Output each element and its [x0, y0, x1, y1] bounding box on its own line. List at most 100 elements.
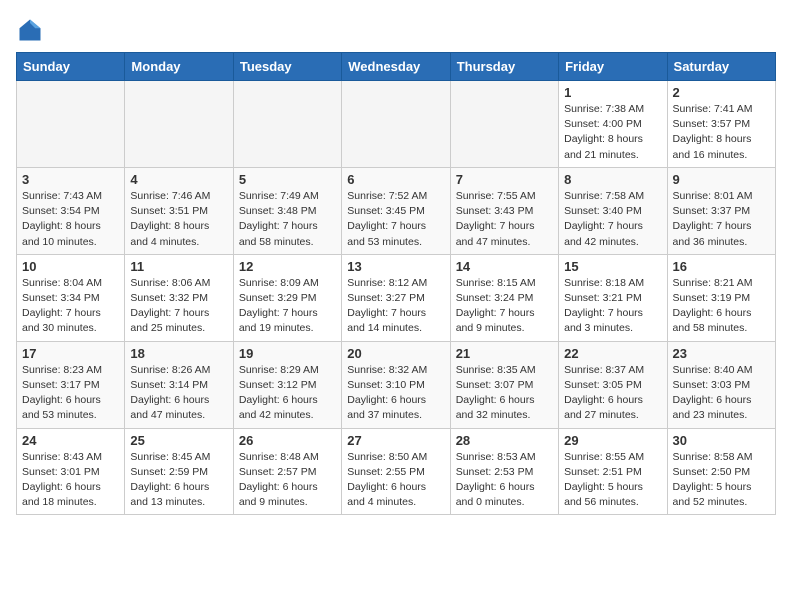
weekday-header: Thursday	[450, 53, 558, 81]
calendar-cell	[125, 81, 233, 168]
calendar-cell: 11Sunrise: 8:06 AM Sunset: 3:32 PM Dayli…	[125, 254, 233, 341]
day-info: Sunrise: 8:29 AM Sunset: 3:12 PM Dayligh…	[239, 363, 336, 424]
calendar-cell	[342, 81, 450, 168]
day-info: Sunrise: 8:45 AM Sunset: 2:59 PM Dayligh…	[130, 450, 227, 511]
calendar-cell: 22 Sunrise: 8:37 AM Sunset: 3:05 PM Dayli…	[559, 341, 667, 428]
day-info: Sunrise: 8:53 AM Sunset: 2:53 PM Dayligh…	[456, 450, 553, 511]
page-header	[16, 16, 776, 44]
calendar-cell	[233, 81, 341, 168]
logo	[16, 16, 48, 44]
day-number: 10	[22, 259, 119, 274]
calendar-cell: 5 Sunrise: 7:49 AM Sunset: 3:48 PM Daylig…	[233, 167, 341, 254]
day-info: Sunrise: 7:55 AM Sunset: 3:43 PM Dayligh…	[456, 189, 553, 250]
day-info: Sunrise: 8:23 AM Sunset: 3:17 PM Dayligh…	[22, 363, 119, 424]
day-info: Sunrise: 8:04 AM Sunset: 3:34 PM Dayligh…	[22, 276, 119, 337]
calendar-cell: 17 Sunrise: 8:23 AM Sunset: 3:17 PM Dayli…	[17, 341, 125, 428]
day-number: 8	[564, 172, 661, 187]
day-info: Sunrise: 8:01 AM Sunset: 3:37 PM Dayligh…	[673, 189, 770, 250]
day-number: 3	[22, 172, 119, 187]
day-number: 30	[673, 433, 770, 448]
day-number: 2	[673, 85, 770, 100]
day-number: 29	[564, 433, 661, 448]
calendar-cell: 24Sunrise: 8:43 AM Sunset: 3:01 PM Dayli…	[17, 428, 125, 515]
calendar-cell: 27 Sunrise: 8:50 AM Sunset: 2:55 PM Dayli…	[342, 428, 450, 515]
calendar-cell: 6Sunrise: 7:52 AM Sunset: 3:45 PM Daylig…	[342, 167, 450, 254]
day-number: 14	[456, 259, 553, 274]
calendar-cell: 29 Sunrise: 8:55 AM Sunset: 2:51 PM Dayli…	[559, 428, 667, 515]
calendar-cell: 19 Sunrise: 8:29 AM Sunset: 3:12 PM Dayli…	[233, 341, 341, 428]
calendar-week-row: 3 Sunrise: 7:43 AM Sunset: 3:54 PM Daylig…	[17, 167, 776, 254]
weekday-header: Wednesday	[342, 53, 450, 81]
day-number: 23	[673, 346, 770, 361]
day-info: Sunrise: 8:55 AM Sunset: 2:51 PM Dayligh…	[564, 450, 661, 511]
day-info: Sunrise: 7:46 AM Sunset: 3:51 PM Dayligh…	[130, 189, 227, 250]
day-info: Sunrise: 8:32 AM Sunset: 3:10 PM Dayligh…	[347, 363, 444, 424]
calendar-cell: 13 Sunrise: 8:12 AM Sunset: 3:27 PM Dayli…	[342, 254, 450, 341]
day-info: Sunrise: 7:58 AM Sunset: 3:40 PM Dayligh…	[564, 189, 661, 250]
day-info: Sunrise: 8:40 AM Sunset: 3:03 PM Dayligh…	[673, 363, 770, 424]
calendar-cell: 20 Sunrise: 8:32 AM Sunset: 3:10 PM Dayli…	[342, 341, 450, 428]
day-info: Sunrise: 8:37 AM Sunset: 3:05 PM Dayligh…	[564, 363, 661, 424]
calendar-week-row: 24Sunrise: 8:43 AM Sunset: 3:01 PM Dayli…	[17, 428, 776, 515]
day-number: 17	[22, 346, 119, 361]
weekday-header: Monday	[125, 53, 233, 81]
day-info: Sunrise: 8:12 AM Sunset: 3:27 PM Dayligh…	[347, 276, 444, 337]
calendar-cell: 14 Sunrise: 8:15 AM Sunset: 3:24 PM Dayli…	[450, 254, 558, 341]
calendar-cell: 10 Sunrise: 8:04 AM Sunset: 3:34 PM Dayli…	[17, 254, 125, 341]
day-number: 18	[130, 346, 227, 361]
day-info: Sunrise: 7:43 AM Sunset: 3:54 PM Dayligh…	[22, 189, 119, 250]
day-number: 27	[347, 433, 444, 448]
day-info: Sunrise: 8:26 AM Sunset: 3:14 PM Dayligh…	[130, 363, 227, 424]
calendar-cell: 8 Sunrise: 7:58 AM Sunset: 3:40 PM Daylig…	[559, 167, 667, 254]
day-number: 5	[239, 172, 336, 187]
day-number: 1	[564, 85, 661, 100]
calendar-cell: 12 Sunrise: 8:09 AM Sunset: 3:29 PM Dayli…	[233, 254, 341, 341]
weekday-header: Tuesday	[233, 53, 341, 81]
day-info: Sunrise: 7:38 AM Sunset: 4:00 PM Dayligh…	[564, 102, 661, 163]
day-info: Sunrise: 8:15 AM Sunset: 3:24 PM Dayligh…	[456, 276, 553, 337]
day-number: 13	[347, 259, 444, 274]
day-number: 4	[130, 172, 227, 187]
day-info: Sunrise: 7:49 AM Sunset: 3:48 PM Dayligh…	[239, 189, 336, 250]
day-info: Sunrise: 8:06 AM Sunset: 3:32 PM Dayligh…	[130, 276, 227, 337]
day-number: 12	[239, 259, 336, 274]
day-info: Sunrise: 8:35 AM Sunset: 3:07 PM Dayligh…	[456, 363, 553, 424]
weekday-header: Friday	[559, 53, 667, 81]
day-number: 21	[456, 346, 553, 361]
day-number: 25	[130, 433, 227, 448]
day-info: Sunrise: 7:52 AM Sunset: 3:45 PM Dayligh…	[347, 189, 444, 250]
calendar-cell: 15 Sunrise: 8:18 AM Sunset: 3:21 PM Dayli…	[559, 254, 667, 341]
calendar-cell: 28 Sunrise: 8:53 AM Sunset: 2:53 PM Dayli…	[450, 428, 558, 515]
logo-icon	[16, 16, 44, 44]
day-number: 24	[22, 433, 119, 448]
calendar-cell: 7 Sunrise: 7:55 AM Sunset: 3:43 PM Daylig…	[450, 167, 558, 254]
day-info: Sunrise: 8:58 AM Sunset: 2:50 PM Dayligh…	[673, 450, 770, 511]
calendar-week-row: 17 Sunrise: 8:23 AM Sunset: 3:17 PM Dayli…	[17, 341, 776, 428]
calendar-cell: 3 Sunrise: 7:43 AM Sunset: 3:54 PM Daylig…	[17, 167, 125, 254]
day-number: 20	[347, 346, 444, 361]
day-number: 22	[564, 346, 661, 361]
day-info: Sunrise: 8:21 AM Sunset: 3:19 PM Dayligh…	[673, 276, 770, 337]
day-number: 19	[239, 346, 336, 361]
day-number: 28	[456, 433, 553, 448]
calendar-cell: 16Sunrise: 8:21 AM Sunset: 3:19 PM Dayli…	[667, 254, 775, 341]
calendar-cell	[17, 81, 125, 168]
calendar-cell: 2 Sunrise: 7:41 AM Sunset: 3:57 PM Daylig…	[667, 81, 775, 168]
day-info: Sunrise: 8:09 AM Sunset: 3:29 PM Dayligh…	[239, 276, 336, 337]
day-number: 26	[239, 433, 336, 448]
calendar-week-row: 1 Sunrise: 7:38 AM Sunset: 4:00 PM Daylig…	[17, 81, 776, 168]
day-number: 7	[456, 172, 553, 187]
calendar-week-row: 10 Sunrise: 8:04 AM Sunset: 3:34 PM Dayli…	[17, 254, 776, 341]
calendar-cell: 25 Sunrise: 8:45 AM Sunset: 2:59 PM Dayli…	[125, 428, 233, 515]
calendar-cell	[450, 81, 558, 168]
day-info: Sunrise: 8:18 AM Sunset: 3:21 PM Dayligh…	[564, 276, 661, 337]
calendar-cell: 1 Sunrise: 7:38 AM Sunset: 4:00 PM Daylig…	[559, 81, 667, 168]
day-info: Sunrise: 7:41 AM Sunset: 3:57 PM Dayligh…	[673, 102, 770, 163]
calendar-cell: 9 Sunrise: 8:01 AM Sunset: 3:37 PM Daylig…	[667, 167, 775, 254]
day-info: Sunrise: 8:50 AM Sunset: 2:55 PM Dayligh…	[347, 450, 444, 511]
day-number: 15	[564, 259, 661, 274]
calendar-cell: 26Sunrise: 8:48 AM Sunset: 2:57 PM Dayli…	[233, 428, 341, 515]
calendar-header-row: SundayMondayTuesdayWednesdayThursdayFrid…	[17, 53, 776, 81]
weekday-header: Saturday	[667, 53, 775, 81]
day-number: 9	[673, 172, 770, 187]
